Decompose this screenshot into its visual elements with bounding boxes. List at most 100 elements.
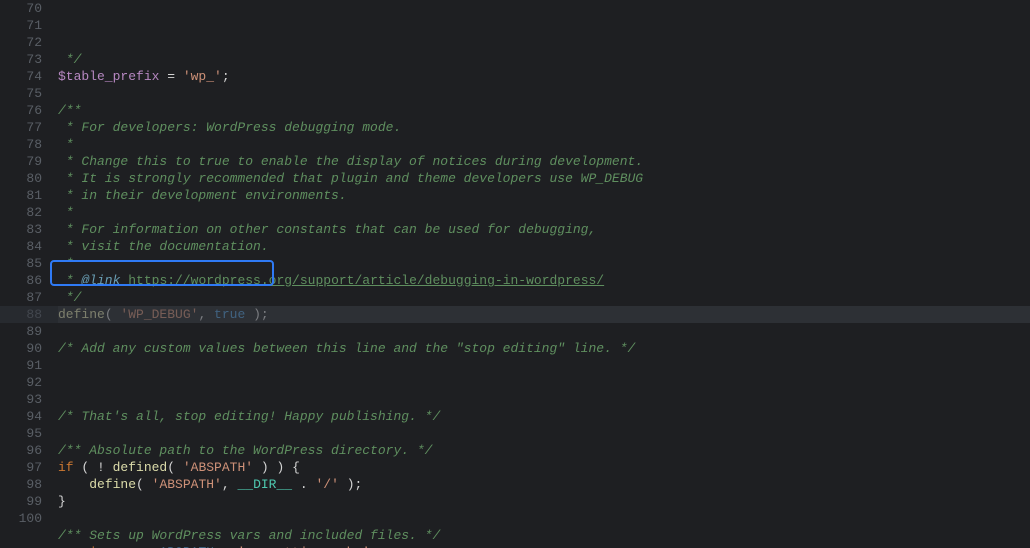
line-number: 98 bbox=[10, 476, 42, 493]
line-number: 71 bbox=[10, 17, 42, 34]
line-number: 88 bbox=[10, 306, 42, 323]
code-token: * Change this to true to enable the disp… bbox=[58, 154, 643, 169]
code-line[interactable] bbox=[58, 391, 1030, 408]
code-token: /** Sets up WordPress vars and included … bbox=[58, 528, 440, 543]
code-token: @link bbox=[81, 273, 120, 288]
code-token: '/' bbox=[315, 477, 338, 492]
code-line[interactable]: /** Sets up WordPress vars and included … bbox=[58, 527, 1030, 544]
code-token: * bbox=[58, 137, 74, 152]
code-area[interactable]: */$table_prefix = 'wp_';/** * For develo… bbox=[56, 0, 1030, 548]
code-line[interactable]: * bbox=[58, 255, 1030, 272]
line-number: 89 bbox=[10, 323, 42, 340]
code-token: $table_prefix bbox=[58, 69, 159, 84]
code-token: * For information on other constants tha… bbox=[58, 222, 596, 237]
code-token: 'ABSPATH' bbox=[152, 477, 222, 492]
line-number: 97 bbox=[10, 459, 42, 476]
line-number: 94 bbox=[10, 408, 42, 425]
code-line[interactable]: * bbox=[58, 204, 1030, 221]
code-token: { bbox=[292, 460, 300, 475]
code-line[interactable] bbox=[58, 374, 1030, 391]
line-number: 81 bbox=[10, 187, 42, 204]
line-number: 79 bbox=[10, 153, 42, 170]
code-line[interactable]: require_once ABSPATH . 'wp-settings.php'… bbox=[58, 544, 1030, 548]
code-line[interactable] bbox=[58, 323, 1030, 340]
code-token: true bbox=[214, 307, 245, 322]
code-token: , bbox=[198, 307, 214, 322]
code-line[interactable]: * It is strongly recommended that plugin… bbox=[58, 170, 1030, 187]
line-number: 99 bbox=[10, 493, 42, 510]
code-line[interactable]: * For developers: WordPress debugging mo… bbox=[58, 119, 1030, 136]
code-token: https://wordpress.org/support/article/de… bbox=[128, 273, 604, 288]
line-number: 85 bbox=[10, 255, 42, 272]
code-line[interactable] bbox=[58, 510, 1030, 527]
line-number: 87 bbox=[10, 289, 42, 306]
code-line[interactable]: */ bbox=[58, 51, 1030, 68]
line-number: 86 bbox=[10, 272, 42, 289]
code-token: ( bbox=[105, 307, 121, 322]
code-line[interactable]: /** Absolute path to the WordPress direc… bbox=[58, 442, 1030, 459]
line-number: 90 bbox=[10, 340, 42, 357]
line-number: 72 bbox=[10, 34, 42, 51]
code-token: } bbox=[58, 494, 66, 509]
line-number: 82 bbox=[10, 204, 42, 221]
code-token: ( bbox=[136, 477, 152, 492]
code-line[interactable]: * @link https://wordpress.org/support/ar… bbox=[58, 272, 1030, 289]
line-number: 83 bbox=[10, 221, 42, 238]
code-token: /** bbox=[58, 103, 81, 118]
line-number: 95 bbox=[10, 425, 42, 442]
code-token: * It is strongly recommended that plugin… bbox=[58, 171, 643, 186]
code-token: 'wp_' bbox=[183, 69, 222, 84]
code-line[interactable]: */ bbox=[58, 289, 1030, 306]
code-token: define bbox=[58, 307, 105, 322]
code-line[interactable]: * visit the documentation. bbox=[58, 238, 1030, 255]
code-line[interactable]: } bbox=[58, 493, 1030, 510]
code-token: 'ABSPATH' bbox=[183, 460, 253, 475]
code-line[interactable] bbox=[58, 425, 1030, 442]
code-line[interactable]: /* Add any custom values between this li… bbox=[58, 340, 1030, 357]
line-number-gutter: 7071727374757677787980818283848586878889… bbox=[0, 0, 56, 548]
code-token: ); bbox=[245, 307, 268, 322]
code-line[interactable]: * bbox=[58, 136, 1030, 153]
line-number: 76 bbox=[10, 102, 42, 119]
code-token: * visit the documentation. bbox=[58, 239, 269, 254]
code-line[interactable] bbox=[58, 357, 1030, 374]
line-number: 91 bbox=[10, 357, 42, 374]
code-token: /* Add any custom values between this li… bbox=[58, 341, 635, 356]
code-line[interactable]: /* That's all, stop editing! Happy publi… bbox=[58, 408, 1030, 425]
code-token: , bbox=[222, 477, 238, 492]
code-editor[interactable]: 7071727374757677787980818283848586878889… bbox=[0, 0, 1030, 548]
line-number: 92 bbox=[10, 374, 42, 391]
line-number: 80 bbox=[10, 170, 42, 187]
code-line[interactable]: * Change this to true to enable the disp… bbox=[58, 153, 1030, 170]
code-token: 'WP_DEBUG' bbox=[120, 307, 198, 322]
line-number: 78 bbox=[10, 136, 42, 153]
line-number: 100 bbox=[10, 510, 42, 527]
code-line[interactable]: define( 'ABSPATH', __DIR__ . '/' ); bbox=[58, 476, 1030, 493]
code-line[interactable]: /** bbox=[58, 102, 1030, 119]
code-token: * in their development environments. bbox=[58, 188, 347, 203]
code-token: ( bbox=[167, 460, 183, 475]
code-token: * bbox=[58, 273, 81, 288]
code-line[interactable]: define( 'WP_DEBUG', true ); bbox=[58, 306, 1030, 323]
code-token: * bbox=[58, 205, 74, 220]
code-token: . bbox=[292, 477, 315, 492]
code-line[interactable]: * For information on other constants tha… bbox=[58, 221, 1030, 238]
code-token: /* That's all, stop editing! Happy publi… bbox=[58, 409, 440, 424]
code-line[interactable] bbox=[58, 85, 1030, 102]
code-line[interactable]: * in their development environments. bbox=[58, 187, 1030, 204]
code-line[interactable]: if ( ! defined( 'ABSPATH' ) ) { bbox=[58, 459, 1030, 476]
code-token: ; bbox=[222, 69, 230, 84]
line-number: 93 bbox=[10, 391, 42, 408]
code-token: * For developers: WordPress debugging mo… bbox=[58, 120, 401, 135]
line-number: 84 bbox=[10, 238, 42, 255]
code-token: */ bbox=[58, 290, 81, 305]
line-number: 77 bbox=[10, 119, 42, 136]
code-token: defined bbox=[113, 460, 168, 475]
code-token: ( ! bbox=[74, 460, 113, 475]
line-number: 70 bbox=[10, 0, 42, 17]
line-number: 96 bbox=[10, 442, 42, 459]
code-token: * bbox=[58, 256, 74, 271]
line-number: 74 bbox=[10, 68, 42, 85]
code-line[interactable]: $table_prefix = 'wp_'; bbox=[58, 68, 1030, 85]
code-token: = bbox=[159, 69, 182, 84]
